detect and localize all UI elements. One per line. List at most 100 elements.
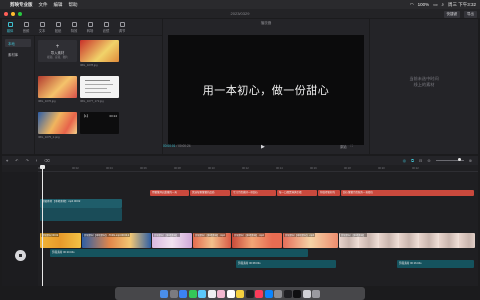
sidebar-item-local[interactable]: 本地 — [5, 39, 31, 47]
media-thumbnail — [38, 76, 77, 98]
video-clip[interactable]: 剪辑素材【本地素材】-TCZG.mp4 00:00.2 — [82, 233, 151, 248]
zoom-window-button[interactable] — [18, 11, 22, 16]
clock[interactable]: 周三 下午3:32 — [448, 2, 476, 8]
zoom-out-icon[interactable]: ⊖ — [427, 158, 430, 163]
sidebar-item-library[interactable]: 素材库 — [5, 50, 31, 58]
fullscreen-icon[interactable]: ⛶ — [351, 144, 353, 149]
wifi-icon[interactable]: ◠ — [410, 2, 414, 8]
track-header — [2, 172, 38, 286]
preview-axis-icon[interactable]: ⊟ — [419, 158, 422, 163]
playhead[interactable] — [40, 165, 45, 286]
audio-clip[interactable]: 剪辑素材 00:16.04s — [397, 260, 474, 268]
zoom-in-icon[interactable]: ⊕ — [469, 158, 472, 163]
video-clip[interactable]: 剪辑素材 【本地素材】 — [152, 233, 192, 248]
menu-edit[interactable]: 编辑 — [54, 2, 63, 8]
calendar-icon[interactable] — [226, 289, 235, 298]
magnet-icon[interactable]: ◎ — [403, 158, 407, 163]
overlay-clip-body[interactable] — [40, 208, 122, 221]
video-clip[interactable]: 剪辑素材【本地素材】.mp4 — [283, 233, 338, 248]
original-ratio-button[interactable]: 原始 — [340, 144, 347, 149]
video-clip[interactable]: 剪辑素材 00:02 — [40, 233, 81, 248]
tv-icon[interactable] — [245, 289, 254, 298]
photos-icon[interactable] — [217, 289, 225, 298]
time-ruler[interactable]: 00:00 00:02 00:04 00:06 00:08 00:10 00:1… — [38, 166, 478, 172]
player-panel: 播放器 用一本初心，做一份甜心 00:00:01 / 00:00:24 ▶ 原始… — [163, 19, 369, 154]
menu-help[interactable]: 帮助 — [69, 2, 78, 8]
media-card[interactable]: IMG_1075_1.png — [38, 112, 77, 139]
settings-icon[interactable] — [274, 289, 282, 298]
zoom-slider-handle[interactable] — [457, 158, 461, 161]
text-clip[interactable]: 优选每颗薯薯的品质 — [190, 190, 230, 196]
undo-icon[interactable]: ↶ — [15, 158, 18, 163]
tab-transition[interactable]: 转场 — [82, 19, 98, 36]
battery-label[interactable]: 100% — [418, 2, 430, 7]
tab-filter[interactable]: 滤镜 — [98, 19, 114, 36]
total-time: 00:00:24 — [178, 144, 191, 148]
finder-folder-icon[interactable] — [302, 289, 311, 298]
media-grid: + 导入素材 视频、音频、图片 IMG_1078.jpg IMG_1076.jp… — [38, 40, 160, 152]
video-clip[interactable]: 剪辑素材 【本地素材】 — [339, 233, 475, 248]
safari-icon[interactable] — [179, 289, 187, 298]
adjust-icon — [119, 21, 125, 27]
tab-media[interactable]: 媒体 — [2, 19, 18, 36]
menu-file[interactable]: 文件 — [39, 2, 48, 8]
video-clip[interactable]: 剪辑素材 【本地素材】.mp4 — [193, 233, 231, 248]
ruler-tick: 00:14 — [276, 167, 283, 170]
shortcut-button[interactable]: 快捷键 — [443, 10, 460, 18]
tab-effects[interactable]: 特效 — [66, 19, 82, 36]
notes-icon[interactable] — [236, 289, 244, 298]
text-clip[interactable]: 甜心薯薯为您服务一直都在 — [341, 190, 474, 196]
ruler-tick: 00:04 — [106, 167, 113, 170]
cover-button[interactable] — [15, 250, 26, 261]
finder-icon[interactable] — [160, 289, 168, 298]
text-clip[interactable]: 用薯薯开启甜蜜的一天 — [150, 190, 189, 196]
trash-icon[interactable] — [312, 289, 320, 298]
sticker-icon — [55, 21, 61, 27]
media-card[interactable]: IMG_1076.jpg — [38, 76, 77, 103]
tab-audio[interactable]: 音频 — [18, 19, 34, 36]
media-icon — [7, 21, 13, 27]
media-card[interactable]: 【1】 00:24 — [80, 112, 119, 134]
ruler-tick: 00:20 — [378, 167, 385, 170]
preview-canvas[interactable]: 用一本初心，做一份甜心 — [168, 35, 364, 145]
search-icon[interactable]: ⌕ — [441, 2, 444, 7]
capcut-icon[interactable] — [283, 289, 292, 298]
text-clip[interactable]: 每一口都是满满幸福 — [277, 190, 317, 196]
text-clip[interactable]: 专注为您做好一份甜心 — [231, 190, 276, 196]
play-button[interactable]: ▶ — [261, 144, 265, 150]
link-icon[interactable]: ⧉ — [411, 158, 414, 163]
media-card[interactable]: IMG_1078.jpg — [80, 40, 119, 67]
menu-app-name[interactable]: 剪映专业版 — [10, 2, 33, 8]
effects-icon — [71, 21, 77, 27]
tiktok-icon[interactable] — [293, 289, 301, 298]
zoom-slider[interactable] — [435, 158, 464, 161]
media-card[interactable]: IMG_1077_172.jpg — [80, 76, 119, 103]
overlay-clip[interactable]: 剪辑素材 【本地素材】.mp4 00:02 — [40, 199, 122, 208]
close-window-button[interactable] — [4, 11, 8, 16]
import-button[interactable]: + 导入素材 视频、音频、图片 — [38, 40, 77, 62]
preview-subtitle: 用一本初心，做一份甜心 — [202, 84, 330, 97]
audio-clip[interactable]: 剪辑素材 00:20.04s — [50, 249, 308, 257]
redo-icon[interactable]: ↷ — [26, 158, 29, 163]
maps-icon[interactable] — [207, 289, 216, 298]
tab-text[interactable]: 文本 — [34, 19, 50, 36]
video-clip[interactable]: 剪辑素材 【本地素材】.mp4 — [232, 233, 282, 248]
ruler-tick: 00:08 — [174, 167, 181, 170]
messages-icon[interactable] — [188, 289, 197, 298]
import-card[interactable]: + 导入素材 视频、音频、图片 — [38, 40, 77, 62]
cover-icon — [19, 254, 22, 257]
export-button[interactable]: 导出 — [464, 10, 477, 18]
split-icon[interactable]: ⟊ — [36, 158, 37, 163]
text-clip[interactable]: 你值得更好的 — [318, 190, 340, 196]
select-tool-icon[interactable]: ⌖ — [6, 158, 8, 163]
minimize-window-button[interactable] — [11, 11, 15, 16]
audio-clip[interactable]: 剪辑素材 00:08.03s — [236, 260, 336, 268]
tab-adjust[interactable]: 调节 — [114, 19, 130, 36]
mail-icon[interactable] — [198, 289, 206, 298]
launchpad-icon[interactable] — [169, 289, 178, 298]
delete-icon[interactable]: ⌫ — [44, 158, 50, 163]
music-icon[interactable] — [255, 289, 263, 298]
app-store-icon[interactable] — [264, 289, 273, 298]
tab-sticker[interactable]: 贴纸 — [50, 19, 66, 36]
audio-icon — [23, 21, 29, 27]
